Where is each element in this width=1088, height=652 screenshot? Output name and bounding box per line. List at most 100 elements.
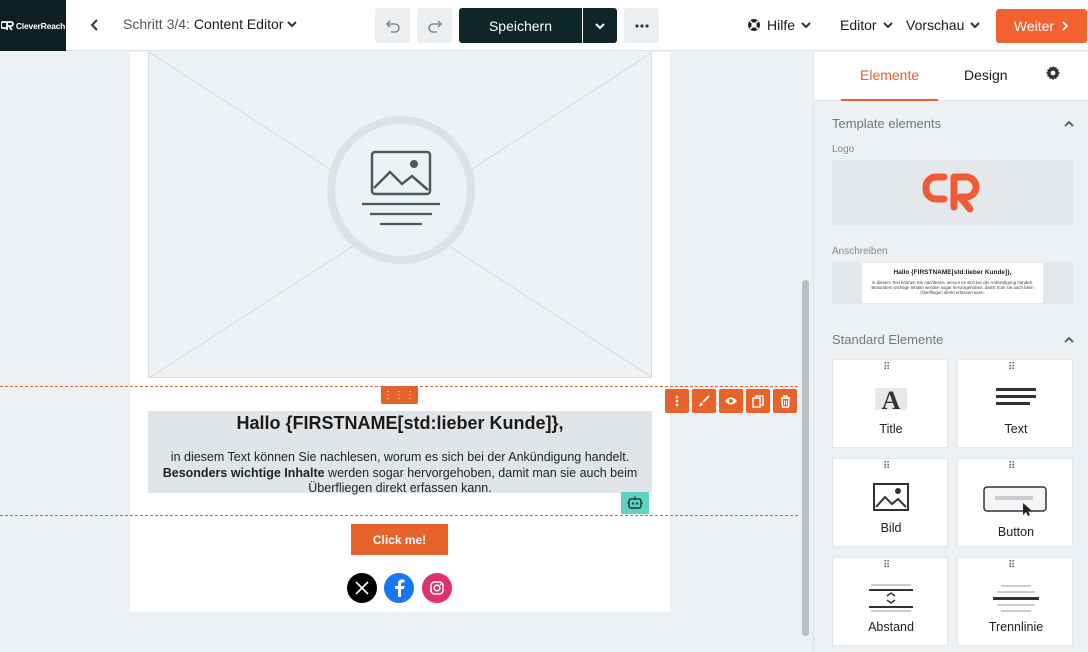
block-delete-button[interactable]	[773, 389, 797, 413]
selection-bottom-border	[0, 515, 798, 516]
drag-dots-icon: ⠿	[883, 560, 892, 571]
robot-icon	[627, 496, 643, 509]
element-card-text[interactable]: ⠿ Text	[957, 359, 1073, 448]
canvas-scrollbar[interactable]	[802, 280, 809, 636]
spacer-icon	[869, 584, 913, 612]
text-icon	[996, 388, 1036, 405]
help-menu[interactable]: Hilfe	[747, 17, 811, 33]
copy-icon	[752, 394, 764, 408]
block-duplicate-button[interactable]	[746, 389, 770, 413]
redo-button[interactable]	[417, 8, 452, 43]
chevron-up-icon	[1064, 336, 1074, 343]
image-placeholder-circle	[327, 116, 475, 264]
element-card-spacer[interactable]: ⠿ Abstand	[832, 557, 948, 646]
save-options-button[interactable]	[583, 8, 617, 43]
svg-text:A: A	[882, 386, 901, 412]
anschreiben-preview-text: in diesem Text können Sie nachlesen, wor…	[871, 280, 1034, 296]
chevron-left-icon	[90, 19, 98, 31]
text-block[interactable]: Hallo {FIRSTNAME[std:lieber Kunde]}, in …	[148, 411, 652, 495]
ai-assistant-button[interactable]	[621, 492, 649, 514]
block-menu-button[interactable]	[665, 389, 689, 413]
anschreiben-element-card[interactable]: Hallo {FIRSTNAME[std:lieber Kunde]}, in …	[832, 262, 1073, 304]
chevron-down-icon	[882, 22, 893, 29]
next-button[interactable]: Weiter	[996, 9, 1087, 43]
instagram-icon[interactable]	[422, 573, 452, 603]
element-card-title[interactable]: ⠿ A Title	[832, 359, 948, 448]
email-canvas[interactable]: ⋮⋮⋮ Hallo {FIRSTNAME[std:lieber Kunde]},…	[0, 52, 813, 652]
element-label: Trennlinie	[988, 620, 1044, 634]
brand-logo-icon	[922, 173, 979, 212]
editor-label: Editor	[840, 17, 877, 33]
drag-dots-icon: ⠿	[883, 362, 892, 373]
tab-design[interactable]: Design	[964, 67, 1008, 83]
more-horizontal-icon	[634, 23, 649, 28]
text-block-line: in diesem Text können Sie nachlesen, wor…	[170, 450, 630, 464]
block-style-button[interactable]	[692, 389, 716, 413]
standard-elements-title: Standard Elemente	[832, 332, 944, 347]
image-placeholder-icon	[362, 150, 440, 226]
element-card-divider[interactable]: ⠿ Trennlinie	[957, 557, 1073, 646]
preview-label: Vorschau	[906, 17, 965, 33]
save-button[interactable]: Speichern	[459, 8, 582, 43]
gear-icon[interactable]	[1045, 65, 1061, 81]
element-card-image[interactable]: ⠿ Bild	[832, 458, 948, 547]
block-toolbar	[665, 389, 797, 413]
preview-menu[interactable]: Vorschau	[906, 17, 981, 33]
undo-button[interactable]	[375, 8, 410, 43]
facebook-icon[interactable]	[384, 573, 414, 603]
elements-panel: Elemente Design Template elements Logo A…	[813, 52, 1088, 652]
text-block-bold: Besonders wichtige Inhalte	[162, 465, 325, 480]
standard-elements-header[interactable]: Standard Elemente	[832, 332, 1074, 347]
drag-dots-icon: ⠿	[1008, 560, 1017, 571]
next-label: Weiter	[1013, 18, 1055, 34]
button-icon	[983, 486, 1047, 516]
more-options-button[interactable]	[624, 8, 659, 43]
drag-handle[interactable]: ⋮⋮⋮	[381, 386, 418, 404]
email-cta-button[interactable]: Click me!	[351, 524, 448, 555]
element-label: Title	[879, 422, 903, 436]
step-indicator[interactable]: Schritt 3/4: Content Editor	[123, 16, 298, 32]
chevron-down-icon	[287, 21, 298, 28]
trash-icon	[780, 394, 790, 408]
element-label: Bild	[880, 521, 902, 535]
text-block-body: in diesem Text können Sie nachlesen, wor…	[148, 450, 652, 497]
step-prefix: Schritt 3/4:	[123, 16, 190, 32]
brush-icon	[699, 395, 710, 407]
lifebuoy-icon	[748, 19, 760, 31]
chevron-right-icon	[1062, 21, 1069, 31]
template-elements-title: Template elements	[832, 116, 942, 131]
top-bar: CleverReach Schritt 3/4: Content Editor …	[0, 0, 1088, 51]
logo-element-card[interactable]	[832, 160, 1073, 225]
chevron-down-icon	[970, 22, 981, 29]
block-visibility-button[interactable]	[719, 389, 743, 413]
anschreiben-preview-title: Hallo {FIRSTNAME[std:lieber Kunde]},	[893, 269, 1012, 276]
active-tab-indicator	[841, 99, 938, 101]
step-name: Content Editor	[193, 16, 284, 32]
logo-label: Logo	[832, 144, 855, 155]
editor-menu[interactable]: Editor	[840, 17, 893, 33]
element-label: Text	[1004, 422, 1028, 436]
title-icon: A	[875, 386, 907, 412]
text-block-line: werden sogar hervorgehoben, damit man si…	[308, 465, 638, 496]
back-button[interactable]	[84, 14, 106, 36]
app-logo[interactable]: CleverReach	[0, 0, 66, 51]
x-icon[interactable]	[347, 573, 377, 603]
text-block-title: Hallo {FIRSTNAME[std:lieber Kunde]},	[236, 413, 564, 433]
drag-dots-icon: ⠿	[883, 461, 892, 472]
tab-elemente[interactable]: Elemente	[860, 67, 919, 83]
chevron-up-icon	[1064, 120, 1074, 127]
template-elements-header[interactable]: Template elements	[832, 116, 1074, 131]
image-icon	[873, 483, 909, 511]
image-placeholder[interactable]	[148, 52, 652, 378]
anschreiben-preview: Hallo {FIRSTNAME[std:lieber Kunde]}, in …	[862, 263, 1043, 303]
element-label: Button	[997, 525, 1035, 539]
chevron-down-icon	[801, 22, 811, 29]
element-card-button[interactable]: ⠿ Button	[957, 458, 1073, 547]
drag-dots-icon: ⠿	[1008, 362, 1017, 373]
anschreiben-label: Anschreiben	[832, 246, 888, 257]
more-vertical-icon	[675, 395, 679, 407]
drag-dots-icon: ⠿	[1008, 461, 1017, 472]
eye-icon	[725, 397, 737, 405]
undo-icon	[385, 19, 400, 33]
help-label: Hilfe	[767, 17, 796, 33]
